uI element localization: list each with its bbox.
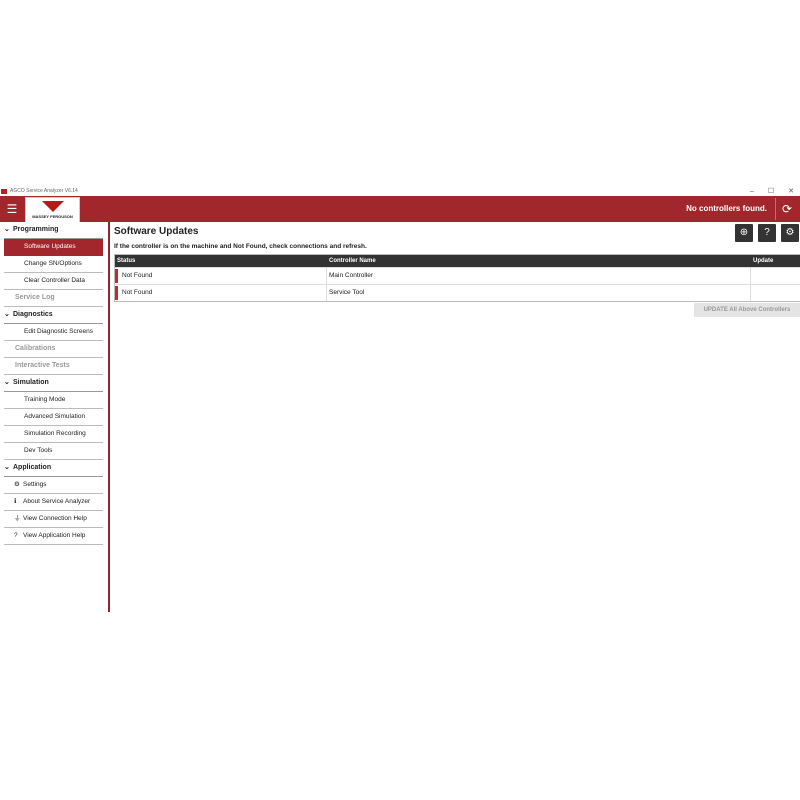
- question-icon: ?: [14, 532, 18, 539]
- section-diagnostics[interactable]: ⌄ Diagnostics: [4, 307, 103, 324]
- app-icon: [1, 189, 7, 194]
- sidebar-item-settings[interactable]: ⚙ Settings: [4, 477, 103, 494]
- controllers-table: Status Controller Name Update Not Found …: [114, 254, 800, 302]
- gear-icon[interactable]: ⚙: [781, 224, 799, 242]
- sidebar-item-simulation-recording[interactable]: Simulation Recording: [4, 426, 103, 443]
- sidebar-item-calibrations[interactable]: Calibrations: [4, 341, 103, 358]
- column-divider: [750, 268, 751, 284]
- sidebar-item-edit-diagnostic-screens[interactable]: Edit Diagnostic Screens: [4, 324, 103, 341]
- row-controller-name: Service Tool: [329, 289, 365, 296]
- section-simulation[interactable]: ⌄ Simulation: [4, 375, 103, 392]
- connection-status: No controllers found.: [686, 204, 767, 213]
- chevron-down-icon: ⌄: [4, 226, 10, 233]
- column-divider: [750, 285, 751, 301]
- zoom-icon[interactable]: ⊕: [735, 224, 753, 242]
- triple-triangle-logo-icon: [42, 201, 64, 212]
- sidebar-item-interactive-tests[interactable]: Interactive Tests: [4, 358, 103, 375]
- sidebar-item-service-log[interactable]: Service Log: [4, 290, 103, 307]
- close-button[interactable]: ✕: [788, 187, 794, 196]
- sidebar-item-about[interactable]: ℹ About Service Analyzer: [4, 494, 103, 511]
- main-content: Software Updates If the controller is on…: [110, 222, 800, 612]
- sidebar: ⌄ Programming Software Updates Change SN/…: [0, 222, 110, 612]
- sidebar-item-software-updates[interactable]: Software Updates: [4, 239, 103, 256]
- section-label: Simulation: [13, 379, 49, 386]
- sidebar-item-training-mode[interactable]: Training Mode: [4, 392, 103, 409]
- column-header-update: Update: [753, 258, 774, 264]
- sidebar-item-change-sn-options[interactable]: Change SN/Options: [4, 256, 103, 273]
- help-icon[interactable]: ?: [758, 224, 776, 242]
- column-divider: [326, 268, 327, 284]
- chevron-down-icon: ⌄: [4, 379, 10, 386]
- column-header-controller-name: Controller Name: [329, 258, 376, 264]
- gear-icon: ⚙: [14, 481, 20, 488]
- sidebar-item-label: View Application Help: [23, 532, 86, 539]
- sidebar-item-advanced-simulation[interactable]: Advanced Simulation: [4, 409, 103, 426]
- section-programming[interactable]: ⌄ Programming: [4, 222, 103, 239]
- menu-icon[interactable]: ☰: [3, 202, 21, 216]
- page-title: Software Updates: [114, 226, 199, 237]
- column-divider: [326, 285, 327, 301]
- update-all-button[interactable]: UPDATE All Above Controllers: [694, 303, 800, 317]
- app-window: AGCO Service Analyzer V6.14 – ☐ ✕ ☰ MASS…: [0, 187, 800, 612]
- header-divider: [775, 198, 776, 220]
- row-status: Not Found: [122, 272, 153, 279]
- plug-icon: ⏚: [14, 515, 21, 522]
- section-label: Programming: [13, 226, 59, 233]
- chevron-down-icon: ⌄: [4, 464, 10, 471]
- column-header-status: Status: [117, 258, 136, 264]
- info-icon: ℹ: [14, 498, 17, 505]
- table-row[interactable]: Not Found Service Tool: [115, 284, 800, 301]
- sidebar-item-connection-help[interactable]: ⏚ View Connection Help: [4, 511, 103, 528]
- status-indicator: [115, 269, 118, 283]
- page-subtitle: If the controller is on the machine and …: [114, 243, 367, 250]
- table-header: Status Controller Name Update: [115, 255, 800, 267]
- sidebar-item-label: View Connection Help: [23, 515, 87, 522]
- window-title: AGCO Service Analyzer V6.14: [10, 188, 78, 194]
- minimize-button[interactable]: –: [750, 187, 754, 196]
- status-indicator: [115, 286, 118, 300]
- sidebar-item-dev-tools[interactable]: Dev Tools: [4, 443, 103, 460]
- refresh-icon[interactable]: ⟳: [779, 201, 795, 217]
- app-header: ☰ MASSEY FERGUSON No controllers found. …: [0, 196, 800, 223]
- section-label: Application: [13, 464, 52, 471]
- section-label: Diagnostics: [13, 311, 53, 318]
- section-application[interactable]: ⌄ Application: [4, 460, 103, 477]
- sidebar-item-clear-controller-data[interactable]: Clear Controller Data: [4, 273, 103, 290]
- sidebar-item-application-help[interactable]: ? View Application Help: [4, 528, 103, 545]
- sidebar-item-label: About Service Analyzer: [23, 498, 91, 505]
- chevron-down-icon: ⌄: [4, 311, 10, 318]
- table-row[interactable]: Not Found Main Controller: [115, 267, 800, 284]
- row-status: Not Found: [122, 289, 153, 296]
- row-controller-name: Main Controller: [329, 272, 374, 279]
- sidebar-item-label: Settings: [23, 481, 47, 488]
- maximize-button[interactable]: ☐: [768, 187, 774, 196]
- brand-name: MASSEY FERGUSON: [32, 214, 73, 219]
- brand-logo: MASSEY FERGUSON: [25, 197, 80, 223]
